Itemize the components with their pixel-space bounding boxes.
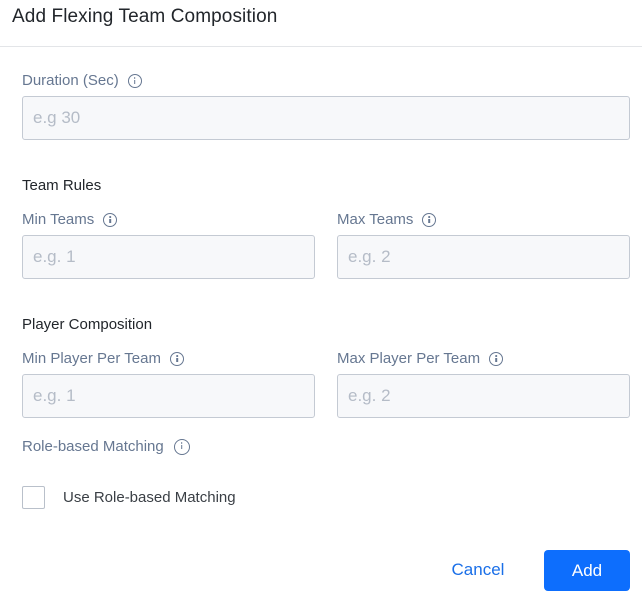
info-icon[interactable] <box>489 351 504 366</box>
role-matching-label: Role-based Matching <box>22 438 164 455</box>
min-player-label: Min Player Per Team <box>22 350 161 367</box>
player-composition-heading: Player Composition <box>22 316 153 333</box>
role-matching-checkbox-label[interactable]: Use Role-based Matching <box>63 489 236 506</box>
min-player-input[interactable] <box>22 374 315 418</box>
team-rules-heading: Team Rules <box>22 177 102 194</box>
max-teams-label: Max Teams <box>337 211 414 228</box>
min-teams-label-row: Min Teams <box>22 211 118 228</box>
info-icon[interactable] <box>422 212 437 227</box>
max-player-label-row: Max Player Per Team <box>337 350 504 367</box>
duration-label: Duration (Sec) <box>22 72 119 89</box>
max-teams-input[interactable] <box>337 235 630 279</box>
max-player-label: Max Player Per Team <box>337 350 481 367</box>
duration-input[interactable] <box>22 96 630 140</box>
info-icon[interactable] <box>173 438 190 455</box>
role-matching-checkbox[interactable] <box>22 486 45 509</box>
add-button[interactable]: Add <box>544 550 630 591</box>
min-player-label-row: Min Player Per Team <box>22 350 184 367</box>
duration-label-row: Duration (Sec) <box>22 72 142 89</box>
dialog-title: Add Flexing Team Composition <box>12 6 278 27</box>
max-teams-label-row: Max Teams <box>337 211 437 228</box>
info-icon[interactable] <box>169 351 184 366</box>
info-icon[interactable] <box>127 73 142 88</box>
min-teams-input[interactable] <box>22 235 315 279</box>
max-player-input[interactable] <box>337 374 630 418</box>
min-teams-label: Min Teams <box>22 211 95 228</box>
info-icon[interactable] <box>103 212 118 227</box>
dialog-header: Add Flexing Team Composition <box>0 0 642 47</box>
cancel-button[interactable]: Cancel <box>437 551 519 589</box>
role-matching-label-row: Role-based Matching <box>22 438 190 455</box>
